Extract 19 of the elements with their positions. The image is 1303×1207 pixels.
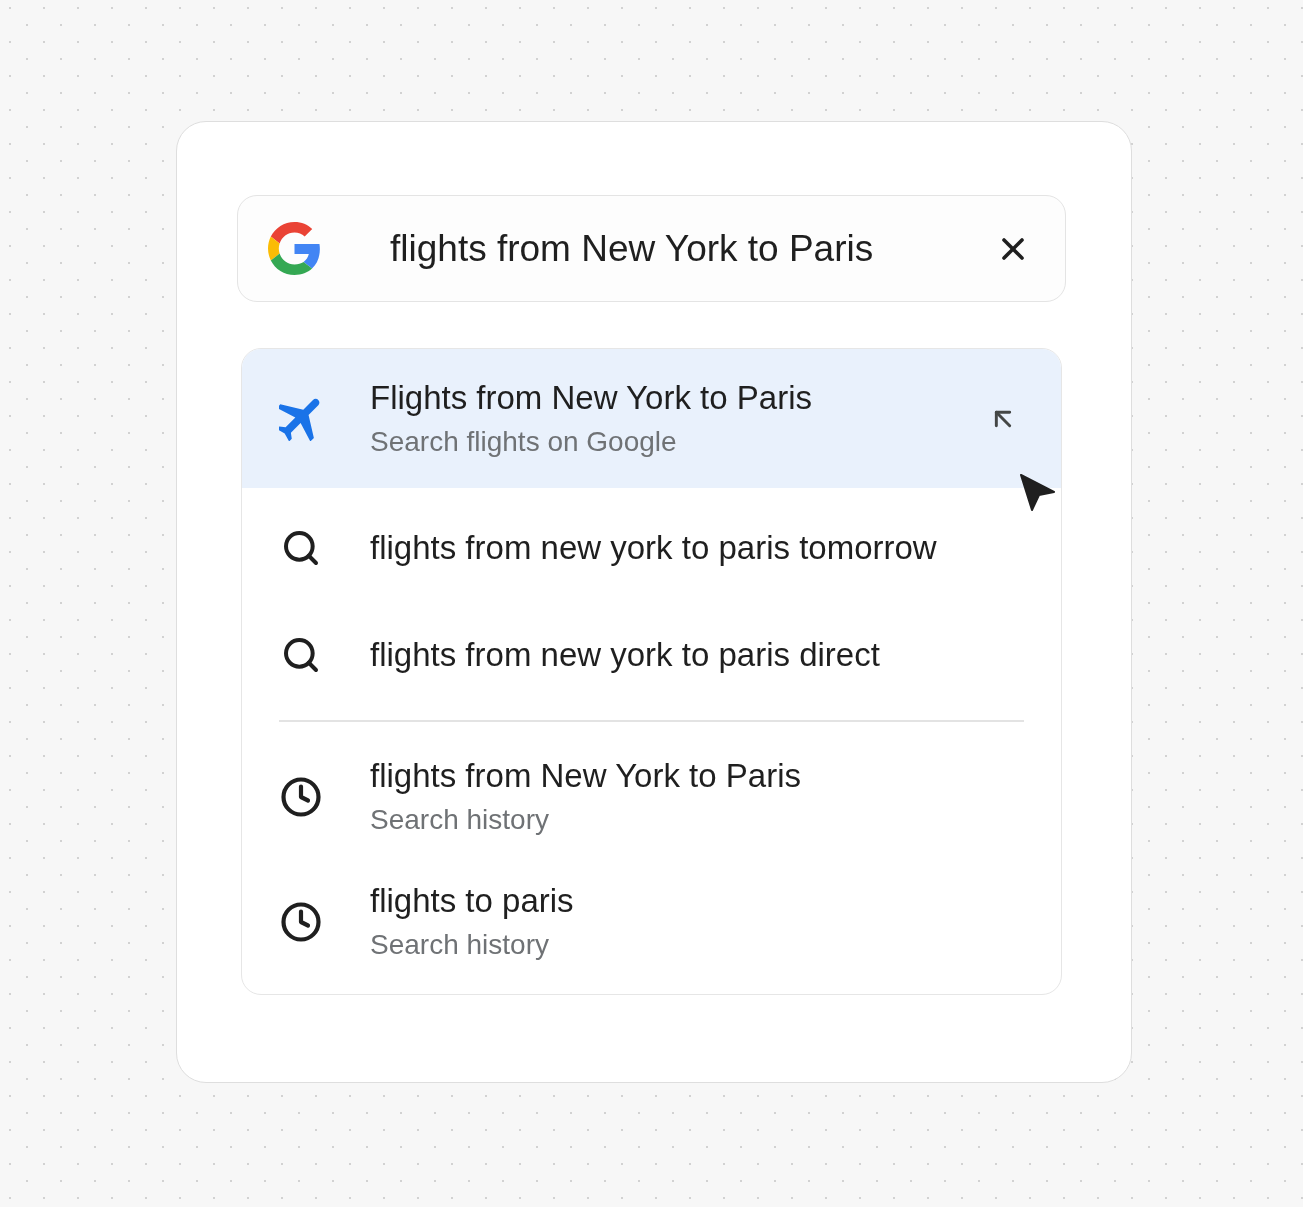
suggestion-row[interactable]: flights from new york to paris tomorrow	[242, 488, 1061, 595]
suggestion-subtitle: Search history	[370, 803, 549, 837]
suggestion-row[interactable]: flights from new york to paris direct	[242, 595, 1061, 702]
clock-icon	[280, 901, 322, 943]
suggestion-title: flights from new york to paris tomorrow	[370, 527, 937, 568]
search-input[interactable]: flights from New York to Paris	[390, 225, 973, 272]
suggestion-subtitle: Search flights on Google	[370, 424, 677, 459]
clock-icon	[280, 776, 322, 818]
suggestion-row[interactable]: flights from New York to Paris Search history	[242, 734, 1061, 860]
suggestion-title: Flights from New York to Paris	[370, 377, 812, 418]
suggestion-title: flights from new york to paris direct	[370, 634, 880, 675]
suggestion-row[interactable]: Flights from New York to Paris Search flights on Google	[242, 349, 1061, 488]
google-logo-icon	[268, 222, 321, 275]
suggestion-subtitle: Search history	[370, 928, 549, 962]
suggestion-title: flights to paris	[370, 881, 574, 921]
cursor-icon	[1019, 473, 1056, 512]
search-field[interactable]: flights from New York to Paris	[237, 195, 1066, 302]
suggestion-title: flights from New York to Paris	[370, 756, 801, 796]
suggestion-row[interactable]: flights to paris Search history	[242, 859, 1061, 985]
